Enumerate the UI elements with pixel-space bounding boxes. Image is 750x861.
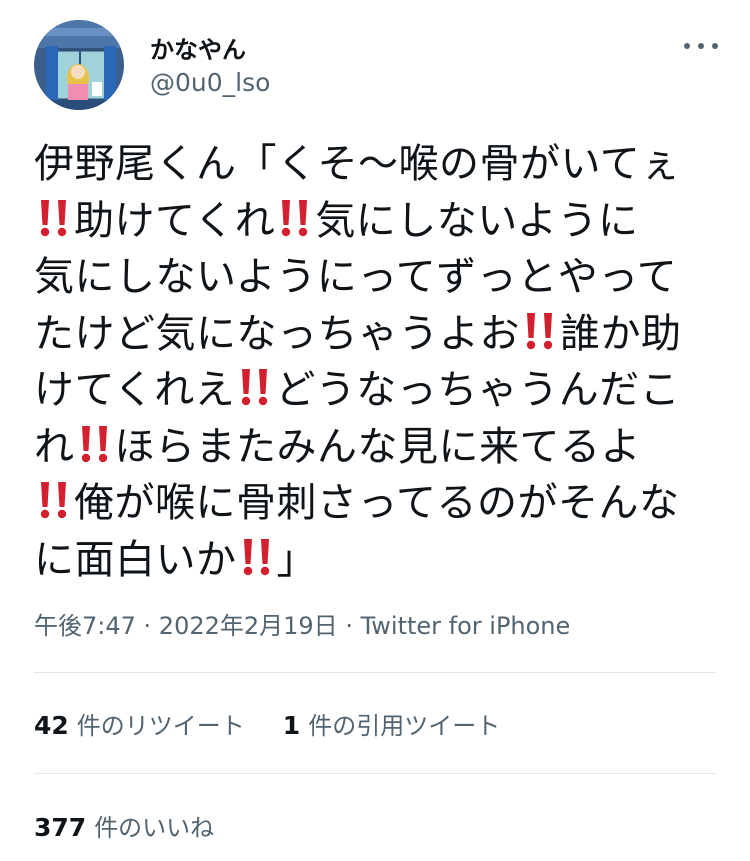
retweets-count: 42 bbox=[34, 711, 69, 740]
avatar-image bbox=[34, 20, 124, 110]
more-icon-dot bbox=[712, 43, 718, 49]
display-name[interactable]: かなやん bbox=[150, 30, 246, 65]
avatar[interactable] bbox=[34, 20, 124, 110]
quote-tweets-count: 1 bbox=[282, 711, 301, 740]
tweet-source-link[interactable]: Twitter for iPhone bbox=[361, 612, 571, 640]
tweet-text-segment: 」 bbox=[276, 536, 317, 583]
quote-tweets-label: 件の引用ツイート bbox=[308, 712, 501, 740]
divider bbox=[34, 773, 716, 774]
likes-count: 377 bbox=[34, 813, 87, 842]
tweet-text-segment: 誰か助 bbox=[560, 310, 682, 357]
double-exclamation-icon bbox=[239, 537, 275, 577]
tweet-line: 気にしないようにってずっとやって bbox=[34, 249, 724, 306]
tweet-time[interactable]: 午後7:47 bbox=[34, 612, 136, 640]
likes-stat[interactable]: 377 件のいいね bbox=[34, 808, 214, 843]
tweet-text-segment: たけど気になっちゃうよお bbox=[34, 310, 520, 357]
meta-separator: · bbox=[337, 612, 361, 640]
tweet-text-segment: 助けてくれ bbox=[74, 197, 276, 244]
tweet-date[interactable]: 2022年2月19日 bbox=[159, 612, 338, 640]
tweet-text-segment: 気にしないようにってずっとやって bbox=[34, 254, 678, 300]
meta-separator: · bbox=[135, 612, 159, 640]
more-icon-dot bbox=[684, 43, 690, 49]
divider bbox=[34, 672, 716, 673]
tweet-line: けてくれえ どうなっちゃうんだこ bbox=[34, 362, 724, 419]
tweet-line: たけど気になっちゃうよお 誰か助 bbox=[34, 306, 724, 363]
likes-label: 件のいいね bbox=[94, 814, 215, 842]
tweet-text-segment: けてくれえ bbox=[34, 367, 236, 413]
tweet-detail: かなやん @0u0_lso 伊野尾くん「くそ〜喉の骨がいてぇ 助けてくれ 気にしな… bbox=[0, 0, 750, 861]
tweet-text-segment: どうなっちゃうんだこ bbox=[275, 367, 681, 413]
retweets-stat[interactable]: 42 件のリツイート bbox=[34, 706, 245, 741]
user-handle[interactable]: @0u0_lso bbox=[150, 68, 270, 97]
tweet-line: 伊野尾くん「くそ〜喉の骨がいてぇ bbox=[34, 136, 724, 193]
tweet-line: に面白いか」 bbox=[34, 532, 724, 589]
double-exclamation-icon bbox=[36, 198, 72, 238]
tweet-meta: 午後7:47 · 2022年2月19日 · Twitter for iPhone bbox=[34, 606, 570, 641]
tweet-text-segment: 気にしないように bbox=[315, 197, 639, 244]
double-exclamation-icon bbox=[277, 198, 313, 238]
double-exclamation-icon bbox=[237, 367, 273, 407]
tweet-line: 助けてくれ 気にしないように bbox=[34, 193, 724, 250]
tweet-text-segment: 俺が喉に骨刺さってるのがそんな bbox=[74, 480, 680, 526]
quote-tweets-stat[interactable]: 1 件の引用ツイート bbox=[283, 706, 500, 741]
tweet-line: 俺が喉に骨刺さってるのがそんな bbox=[34, 475, 724, 532]
double-exclamation-icon bbox=[36, 480, 72, 520]
engagement-row: 42 件のリツイート 1 件の引用ツイート bbox=[34, 706, 538, 741]
tweet-text-segment: 伊野尾くん「くそ〜喉の骨がいてぇ bbox=[34, 141, 681, 187]
tweet-text: 伊野尾くん「くそ〜喉の骨がいてぇ 助けてくれ 気にしないように 気にしないようにっ… bbox=[34, 136, 724, 588]
tweet-text-segment: に面白いか bbox=[34, 536, 237, 583]
tweet-line: れほらまたみんな見に来てるよ bbox=[34, 419, 724, 476]
likes-row: 377 件のいいね bbox=[34, 808, 252, 843]
more-options-button[interactable] bbox=[684, 34, 718, 58]
double-exclamation-icon bbox=[522, 311, 558, 351]
more-icon-dot bbox=[698, 43, 704, 49]
tweet-text-segment: ほらまたみんな見に来てるよ bbox=[114, 423, 641, 470]
double-exclamation-icon bbox=[77, 424, 113, 464]
tweet-text-segment: れ bbox=[34, 423, 75, 470]
retweets-label: 件のリツイート bbox=[76, 712, 245, 740]
